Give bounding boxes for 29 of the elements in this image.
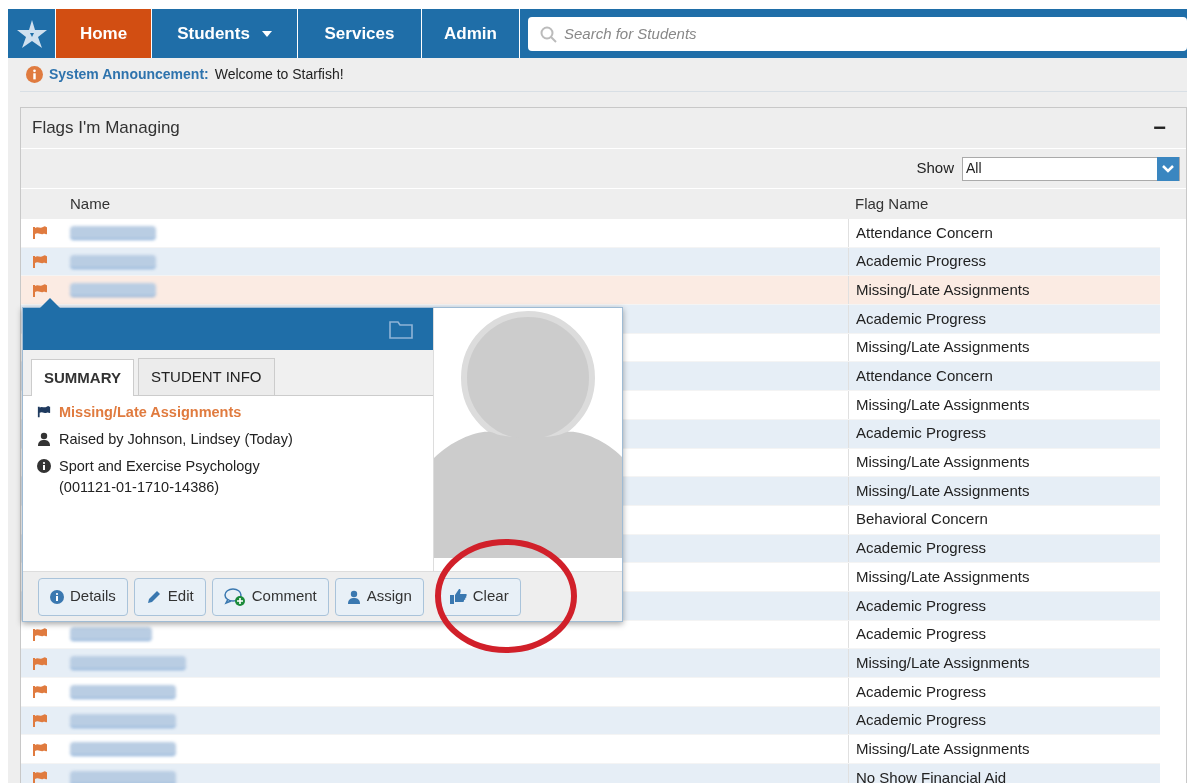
announcement-label: System Announcement: bbox=[49, 65, 209, 84]
flag-name-cell: Missing/Late Assignments bbox=[848, 477, 1030, 505]
summary-text: Sport and Exercise Psychology (001121-01-1710-14386) bbox=[59, 456, 261, 498]
flag-name-cell: Academic Progress bbox=[848, 591, 987, 620]
flag-name-cell: Academic Progress bbox=[848, 534, 987, 563]
panel-title: Flags I'm Managing bbox=[32, 117, 180, 140]
flag-name-cell: Missing/Late Assignments bbox=[848, 735, 1030, 764]
flag-name-cell: Missing/Late Assignments bbox=[848, 391, 1030, 419]
column-header: Flag Name bbox=[854, 193, 929, 214]
flag-name-cell: Missing/Late Assignments bbox=[848, 333, 1030, 362]
flag-name-cell: Attendance Concern bbox=[848, 219, 993, 247]
flag-name-cell: Attendance Concern bbox=[848, 362, 993, 391]
flag-name-cell: Missing/Late Assignments bbox=[848, 276, 1030, 305]
flag-name-cell: Missing/Late Assignments bbox=[848, 649, 1030, 677]
flag-name-cell: Missing/Late Assignments bbox=[848, 563, 1030, 591]
flag-name-cell: Academic Progress bbox=[848, 247, 987, 276]
summary-text: Raised by Johnson, Lindsey (Today) bbox=[59, 429, 294, 449]
flag-name-cell: Academic Progress bbox=[848, 305, 987, 333]
show-label: Show bbox=[916, 158, 954, 179]
flag-title: Missing/Late Assignments bbox=[59, 403, 243, 422]
flag-name-cell: Behavioral Concern bbox=[848, 505, 988, 534]
flag-name-cell: No Show Financial Aid bbox=[848, 764, 1007, 783]
flag-name-cell: Academic Progress bbox=[848, 706, 987, 735]
flag-name-cell: Academic Progress bbox=[848, 419, 987, 448]
flag-name-cell: Academic Progress bbox=[848, 620, 987, 649]
column-header: Name bbox=[69, 193, 111, 214]
flag-name-cell: Academic Progress bbox=[848, 678, 987, 706]
flag-name-cell: Missing/Late Assignments bbox=[848, 448, 1030, 477]
announcement-text: Welcome to Starfish! bbox=[214, 65, 344, 84]
